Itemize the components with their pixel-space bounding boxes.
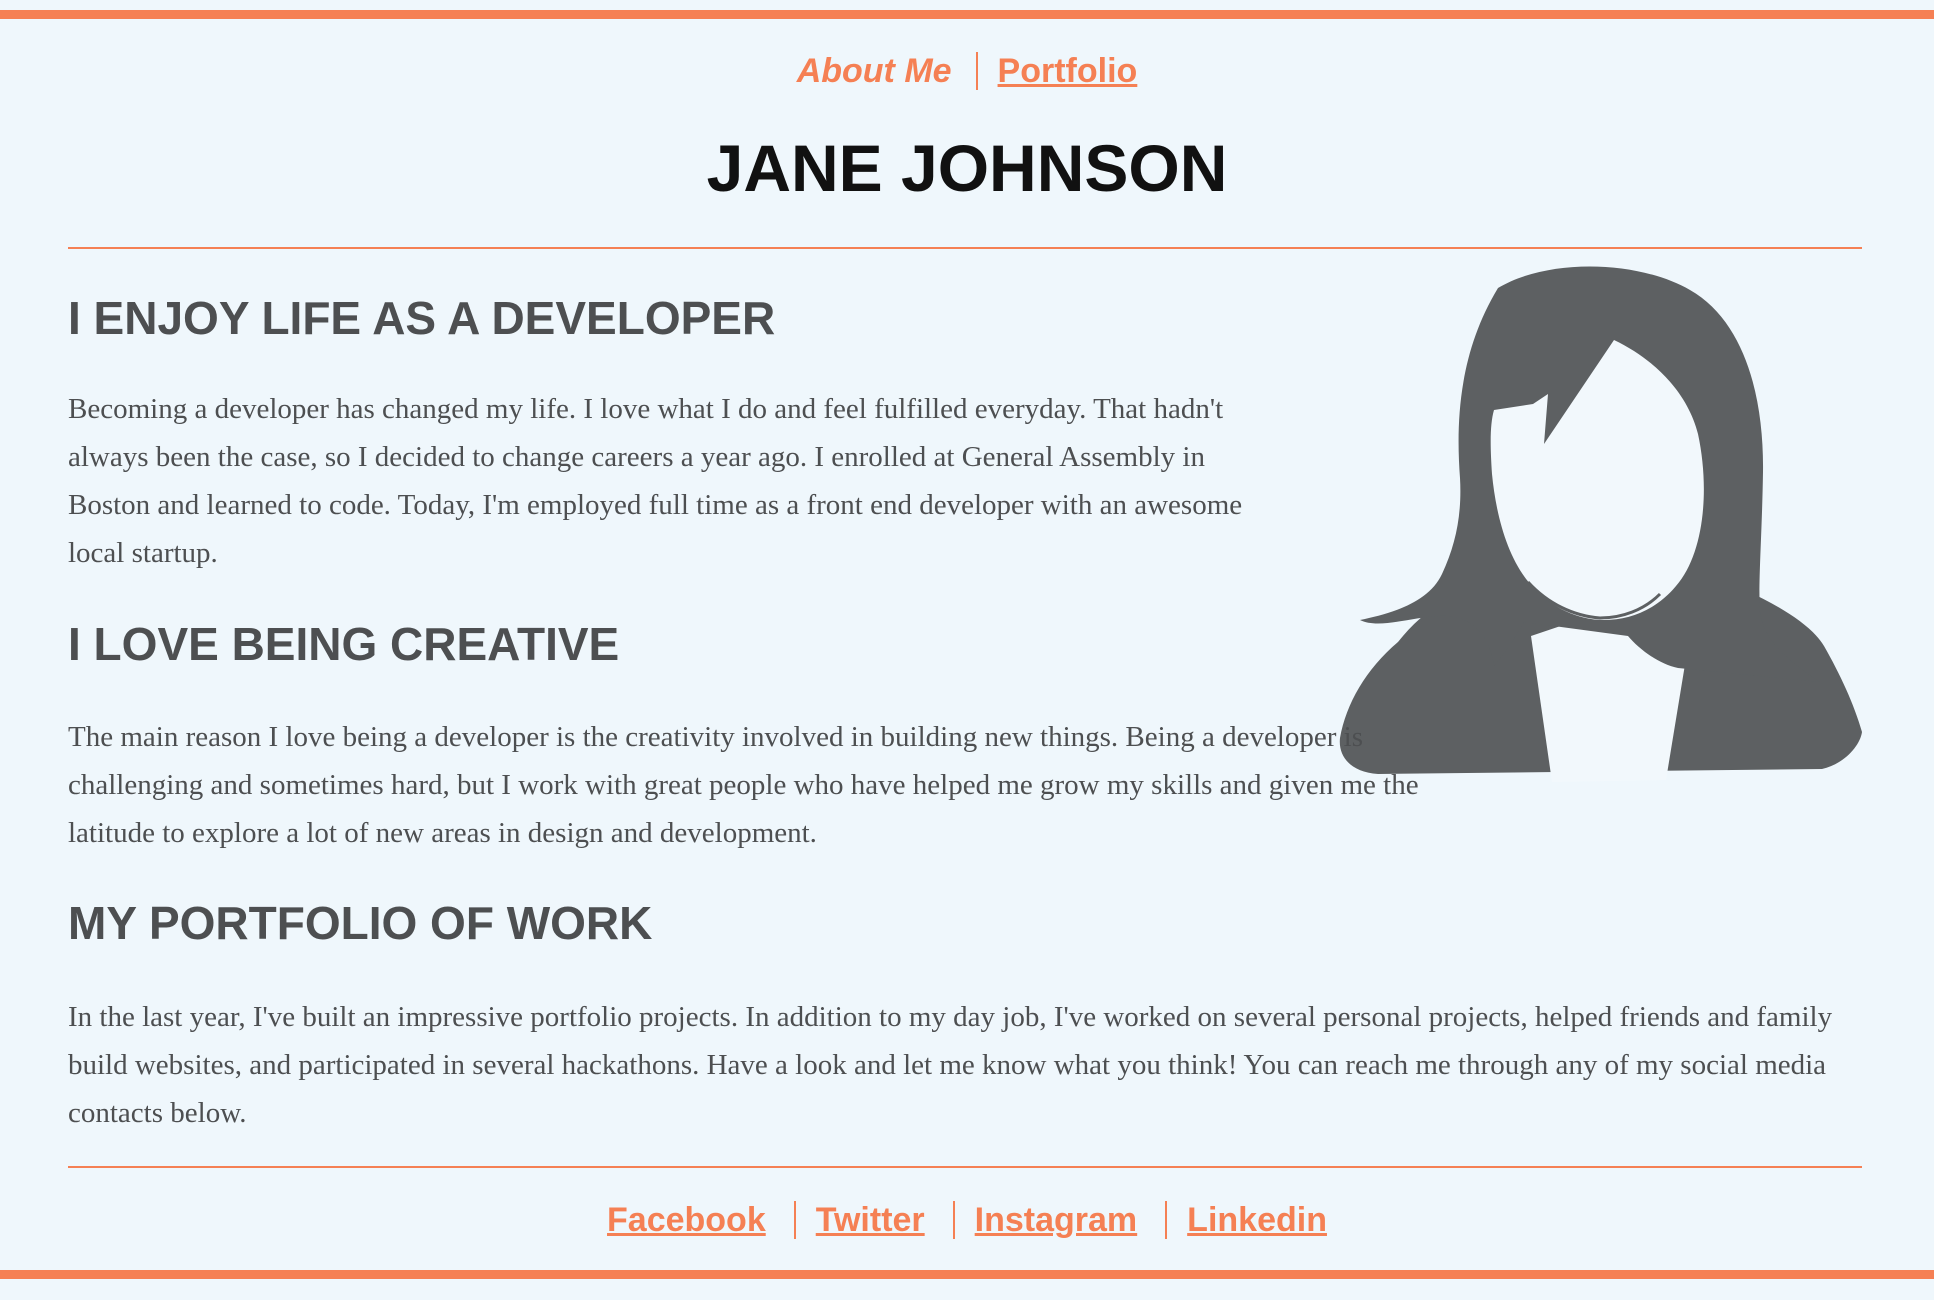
social-link-twitter[interactable]: Twitter <box>816 1195 925 1245</box>
nav-link-about-me[interactable]: About Me <box>797 46 952 96</box>
nav-divider <box>975 52 978 91</box>
section-body-portfolio: In the last year, I've built an impressi… <box>68 1001 1833 1129</box>
page-title: JANE JOHNSON <box>706 131 1228 205</box>
section-heading-portfolio: MY PORTFOLIO OF WORK <box>68 897 653 949</box>
section-heading-developer: I ENJOY LIFE AS A DEVELOPER <box>68 292 776 344</box>
social-links: Facebook Twitter Instagram Linkedin <box>0 1193 1934 1245</box>
section-heading-creative: I LOVE BEING CREATIVE <box>68 618 620 670</box>
woman-silhouette-icon <box>1339 266 1862 782</box>
main-nav: About Me Portfolio <box>0 44 1934 96</box>
nav-link-portfolio[interactable]: Portfolio <box>998 46 1138 96</box>
social-divider <box>952 1201 955 1240</box>
social-divider <box>1165 1201 1168 1240</box>
footer-divider <box>68 1166 1862 1168</box>
top-accent-bar <box>0 10 1934 19</box>
social-link-facebook[interactable]: Facebook <box>607 1195 766 1245</box>
header-divider <box>68 247 1862 249</box>
social-link-linkedin[interactable]: Linkedin <box>1187 1195 1327 1245</box>
social-link-instagram[interactable]: Instagram <box>975 1195 1138 1245</box>
section-body-developer: Becoming a developer has changed my life… <box>68 393 1243 569</box>
bottom-accent-bar <box>0 1270 1934 1279</box>
social-divider <box>793 1201 796 1240</box>
section-body-creative: The main reason I love being a developer… <box>68 721 1419 849</box>
